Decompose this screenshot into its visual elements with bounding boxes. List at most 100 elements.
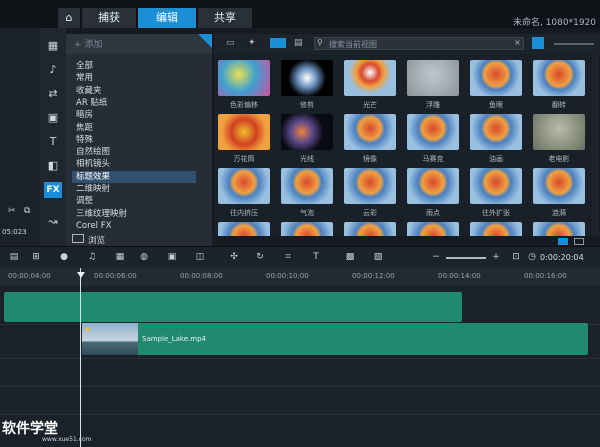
effects-library: 色彩偏移 修剪 光芒 浮雕 鱼眼 翻转 万花筒 光线 镜像 马赛克 油画 老电影 往内挤压 气泡 云彩 雨点 往… [214, 54, 590, 236]
category-item[interactable]: 三维纹理映射 [76, 208, 127, 220]
time-remap-icon[interactable]: ↻ [254, 252, 266, 263]
clip-icon[interactable]: ▩ [344, 252, 356, 263]
effect-thumbnail[interactable] [407, 60, 459, 96]
watermark-title: 软件学堂 [2, 421, 58, 437]
panel-options-icon[interactable] [558, 238, 568, 245]
render-icon[interactable]: ▧ [372, 252, 384, 263]
library-search-input[interactable]: 搜索当前视图 [314, 37, 524, 50]
track-manager-icon[interactable]: ⊞ [30, 252, 42, 263]
playhead-handle-icon[interactable] [77, 272, 85, 278]
effect-thumbnail[interactable] [407, 168, 459, 204]
mask-icon[interactable]: ▦ [114, 252, 126, 263]
library-scrollbar[interactable] [591, 54, 599, 236]
title-icon[interactable]: T [44, 134, 62, 150]
effect-thumbnail[interactable] [218, 168, 270, 204]
category-item[interactable]: 焦距 [76, 122, 93, 134]
multicam-icon[interactable]: ✣ [228, 252, 240, 263]
tab-capture[interactable]: 捕获 [82, 8, 136, 28]
expand-icon[interactable] [574, 238, 584, 245]
ruler-tick-label: 00:00:16:00 [524, 272, 567, 280]
effect-label: 修剪 [300, 101, 314, 109]
category-item[interactable]: 收藏夹 [76, 85, 102, 97]
category-item[interactable]: 调整 [76, 195, 93, 207]
category-item[interactable]: 标题效果 [72, 170, 196, 183]
zoom-out-icon[interactable]: − [430, 252, 442, 263]
effect-thumbnail[interactable] [533, 60, 585, 96]
effect-thumbnail[interactable] [281, 168, 333, 204]
clock-icon: ◷ [528, 252, 536, 262]
browse-button[interactable]: 浏览 [72, 234, 105, 246]
category-item[interactable]: Corel FX [76, 220, 111, 232]
graphics-icon[interactable]: ◧ [44, 158, 62, 174]
category-item[interactable]: 特殊 [76, 134, 93, 146]
path-icon[interactable]: ↝ [44, 214, 62, 230]
playhead[interactable] [80, 268, 81, 447]
image-icon[interactable]: ▣ [44, 110, 62, 126]
effect-thumbnail[interactable] [344, 222, 396, 236]
effect-thumbnail[interactable] [407, 114, 459, 150]
timeline-ruler[interactable]: 00:00:04:00 00:00:06:00 00:00:08:00 00:00:1… [0, 268, 600, 286]
ruler-tick-label: 00:00:12:00 [352, 272, 395, 280]
effect-label: 涟漪 [552, 209, 566, 217]
record-icon[interactable]: ● [58, 252, 70, 263]
category-item[interactable]: 相机镜头 [76, 158, 110, 170]
storyboard-icon[interactable]: ▤ [8, 252, 20, 263]
video-track-clip[interactable] [4, 292, 462, 322]
thumbnail-size-slider[interactable] [554, 43, 594, 45]
motion-icon[interactable]: ◍ [138, 252, 150, 263]
audio-icon[interactable]: ♫ [86, 252, 98, 263]
music-icon[interactable]: ♪ [44, 62, 62, 78]
add-category-button[interactable]: + 添加 [74, 37, 102, 50]
effect-thumbnail[interactable] [344, 168, 396, 204]
split-screen-icon[interactable]: ◫ [194, 252, 206, 263]
effect-thumbnail[interactable] [470, 168, 522, 204]
effect-thumbnail[interactable] [281, 60, 333, 96]
time-readout: 05:023 [2, 228, 27, 236]
watermark-url: www.xue51.com [42, 436, 92, 443]
transition-icon[interactable]: ⇄ [44, 86, 62, 102]
sparkle-icon[interactable]: ✦ [248, 38, 256, 48]
category-item[interactable]: 常用 [76, 72, 93, 84]
home-icon[interactable]: ⌂ [58, 8, 80, 28]
zoom-in-icon[interactable]: + [490, 252, 502, 263]
effect-thumbnail[interactable] [218, 222, 270, 236]
effect-thumbnail[interactable] [344, 114, 396, 150]
tab-edit[interactable]: 编辑 [138, 8, 196, 28]
view-toggle-icon[interactable] [270, 38, 286, 48]
category-item[interactable]: 自然绘图 [76, 146, 110, 158]
effect-thumbnail[interactable] [344, 60, 396, 96]
text-icon[interactable]: T [310, 252, 322, 263]
effect-thumbnail[interactable] [281, 222, 333, 236]
tab-share[interactable]: 共享 [198, 8, 252, 28]
category-item[interactable]: 二维映射 [76, 183, 110, 195]
zoom-slider[interactable] [446, 257, 486, 259]
grid-icon[interactable]: ▤ [294, 38, 303, 48]
subtitle-icon[interactable]: ▣ [166, 252, 178, 263]
ruler-tick-label: 00:00:08:00 [180, 272, 223, 280]
effect-label: 往内挤压 [230, 209, 258, 217]
effect-label: 翻转 [552, 101, 566, 109]
fx-icon[interactable]: FX [44, 182, 62, 198]
effect-thumbnail[interactable] [281, 114, 333, 150]
category-item[interactable]: AR 贴纸 [76, 97, 107, 109]
effect-thumbnail[interactable] [533, 222, 585, 236]
effect-label: 马赛克 [422, 155, 444, 163]
effect-thumbnail[interactable] [533, 168, 585, 204]
effect-thumbnail[interactable] [218, 114, 270, 150]
scissors-icon[interactable]: ✂ [8, 206, 16, 216]
category-item[interactable]: 全部 [76, 60, 93, 72]
close-icon[interactable]: × [514, 38, 521, 47]
list-view-icon[interactable] [532, 37, 544, 49]
effect-thumbnail[interactable] [218, 60, 270, 96]
copy-icon[interactable]: ⧉ [24, 206, 30, 216]
effect-thumbnail[interactable] [470, 114, 522, 150]
fit-icon[interactable]: ⊡ [510, 252, 522, 263]
media-icon[interactable]: ▦ [44, 38, 62, 54]
folder-icon[interactable]: ▭ [226, 38, 235, 48]
category-item[interactable]: 暗房 [76, 109, 93, 121]
effect-thumbnail[interactable] [470, 60, 522, 96]
effect-thumbnail[interactable] [407, 222, 459, 236]
effect-thumbnail[interactable] [533, 114, 585, 150]
effect-thumbnail[interactable] [470, 222, 522, 236]
crop-icon[interactable]: ⌗ [282, 252, 294, 263]
